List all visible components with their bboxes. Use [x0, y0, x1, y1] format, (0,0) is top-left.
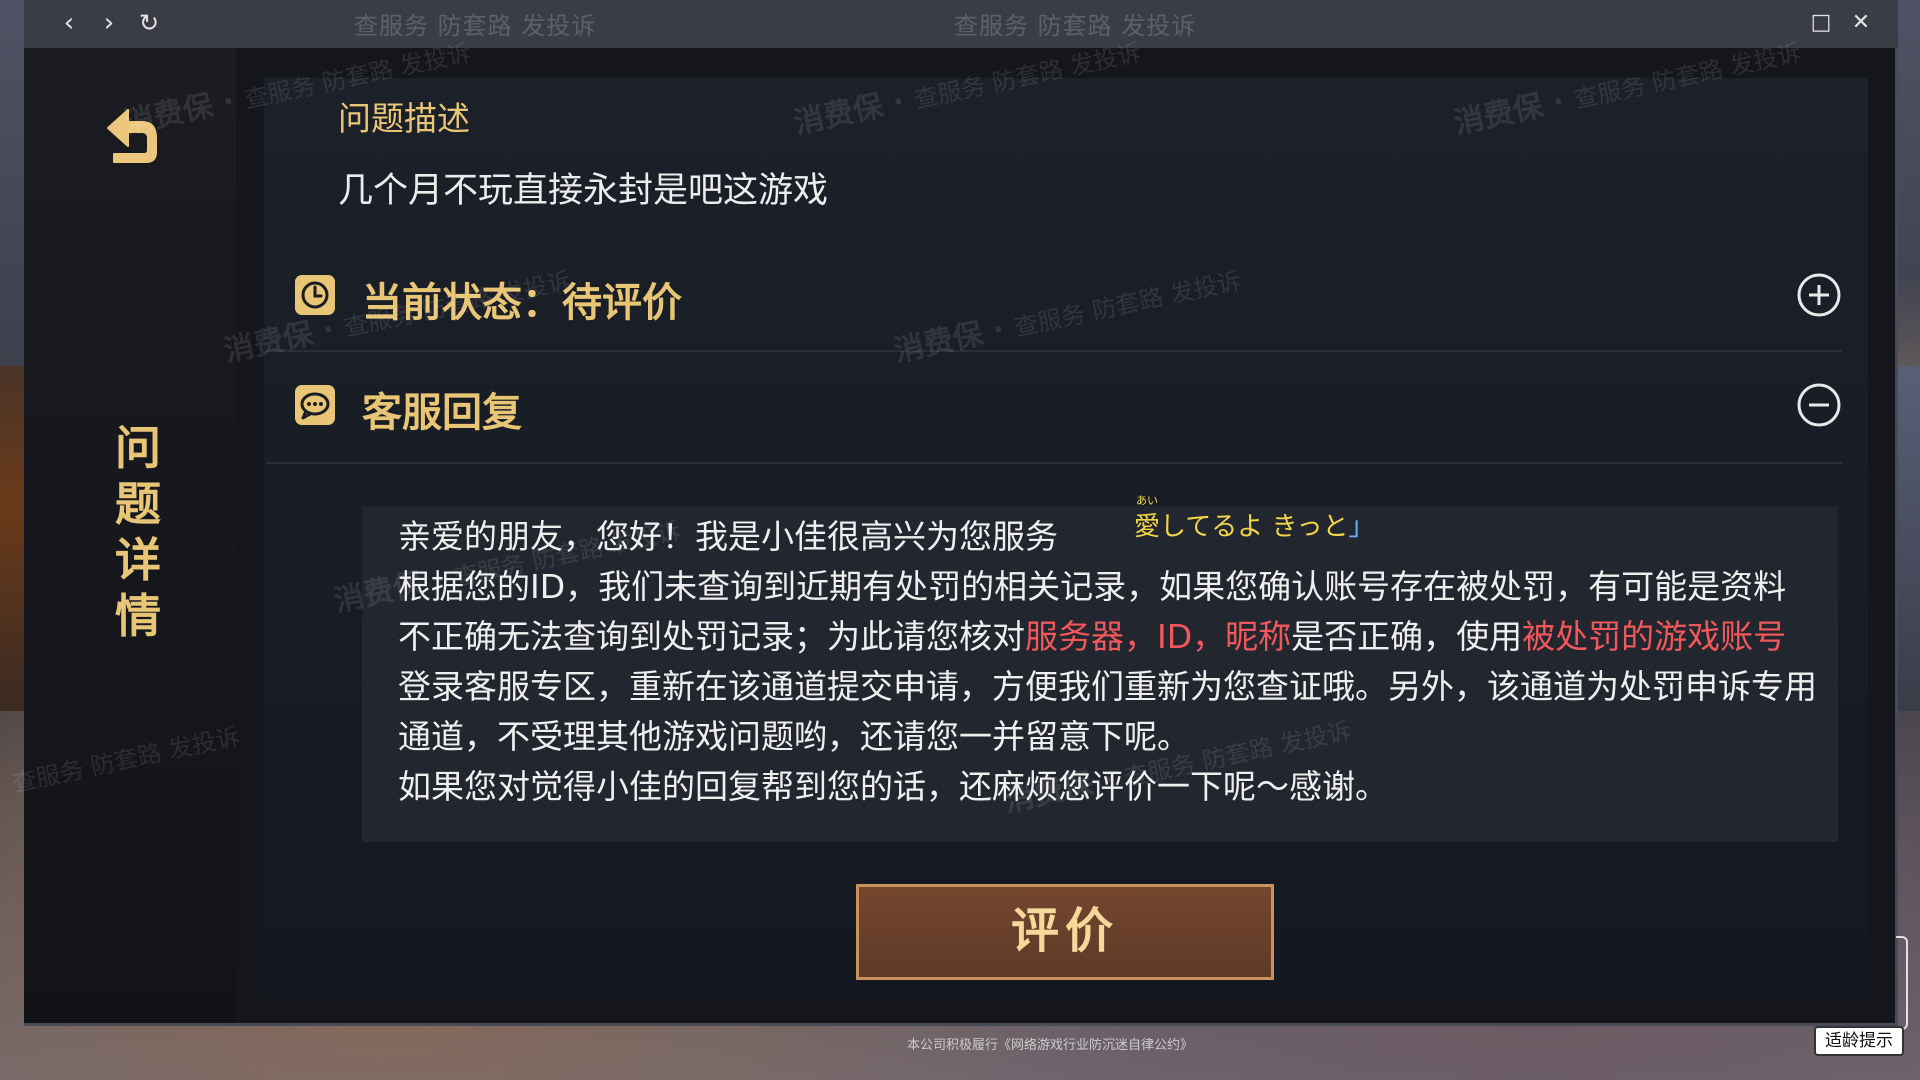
chat-bubble-icon — [294, 384, 336, 426]
question-label: 问题描述 — [338, 99, 470, 138]
background-artwork-right — [1896, 366, 1920, 711]
divider — [266, 350, 1842, 352]
anti-addiction-notice: 本公司积极履行《网络游戏行业防沉迷自律公约》 — [906, 1038, 1193, 1053]
reply-content-box: 亲爱的朋友，您好！我是小佳很高兴为您服务 根据您的ID，我们未查询到近期有处罚的… — [362, 506, 1838, 842]
divider — [266, 462, 1842, 464]
watermark-tagline: 查服务 防套路 发投诉 — [954, 12, 1197, 40]
browser-toolbar: ‹ › ↻ 查服务 防套路 发投诉 查服务 防套路 发投诉 □ ✕ — [24, 0, 1898, 48]
title-char: 情 — [115, 589, 161, 643]
overlay-subtitle: あい 愛してるよ きっと」 — [1134, 494, 1375, 543]
age-badge-frame — [1896, 936, 1908, 1030]
subtitle-tail: 」 — [1348, 512, 1375, 542]
reply-highlight-account: 被处罚的游戏账号 — [1522, 617, 1787, 656]
age-rating-badge[interactable]: 适龄提示 — [1814, 1026, 1904, 1056]
subtitle-ruby: あい — [1136, 494, 1158, 507]
forward-nav-button[interactable]: › — [92, 6, 126, 40]
reply-highlight-server-id: 服务器，ID，昵称 — [1025, 617, 1292, 656]
reply-greeting: 亲爱的朋友，您好！我是小佳很高兴为您服务 — [398, 517, 1058, 556]
page-title-vertical: 问 题 详 情 — [108, 420, 168, 644]
clock-icon — [294, 274, 336, 316]
title-char: 详 — [115, 533, 161, 587]
reload-button[interactable]: ↻ — [132, 6, 166, 40]
minus-circle-icon[interactable] — [1796, 382, 1842, 428]
reply-body: 根据您的ID，我们未查询到近期有处罚的相关记录，如果您确认账号存在被处罚，有可能… — [398, 562, 1818, 762]
title-char: 题 — [115, 477, 161, 531]
subtitle-main: 愛してるよ きっと — [1134, 512, 1349, 542]
reply-text: 亲爱的朋友，您好！我是小佳很高兴为您服务 根据您的ID，我们未查询到近期有处罚的… — [398, 512, 1818, 812]
reply-body-part: 是否正确，使用 — [1291, 617, 1523, 656]
question-text: 几个月不玩直接永封是吧这游戏 — [338, 171, 829, 211]
back-nav-button[interactable]: ‹ — [52, 6, 86, 40]
evaluate-button[interactable]: 评价 — [856, 884, 1274, 980]
watermark-tagline: 查服务 防套路 发投诉 — [354, 12, 597, 40]
reply-row[interactable]: 客服回复 — [266, 356, 1842, 460]
status-label: 当前状态：待评价 — [362, 280, 682, 326]
left-rail: 问 题 详 情 — [24, 48, 236, 1023]
reply-label: 客服回复 — [362, 390, 522, 436]
reply-closing: 如果您对觉得小佳的回复帮到您的话，还麻烦您评价一下呢～感谢。 — [398, 767, 1388, 806]
status-row[interactable]: 当前状态：待评价 — [266, 246, 1842, 350]
close-window-button[interactable]: ✕ — [1844, 6, 1878, 40]
title-char: 问 — [115, 421, 161, 475]
plus-circle-icon[interactable] — [1796, 272, 1842, 318]
return-arrow-icon[interactable] — [94, 100, 166, 172]
reply-body-part: 登录客服专区，重新在该通道提交申请，方便我们重新为您查证哦。另外，该通道为处罚申… — [398, 667, 1817, 756]
maximize-button[interactable]: □ — [1804, 6, 1838, 40]
